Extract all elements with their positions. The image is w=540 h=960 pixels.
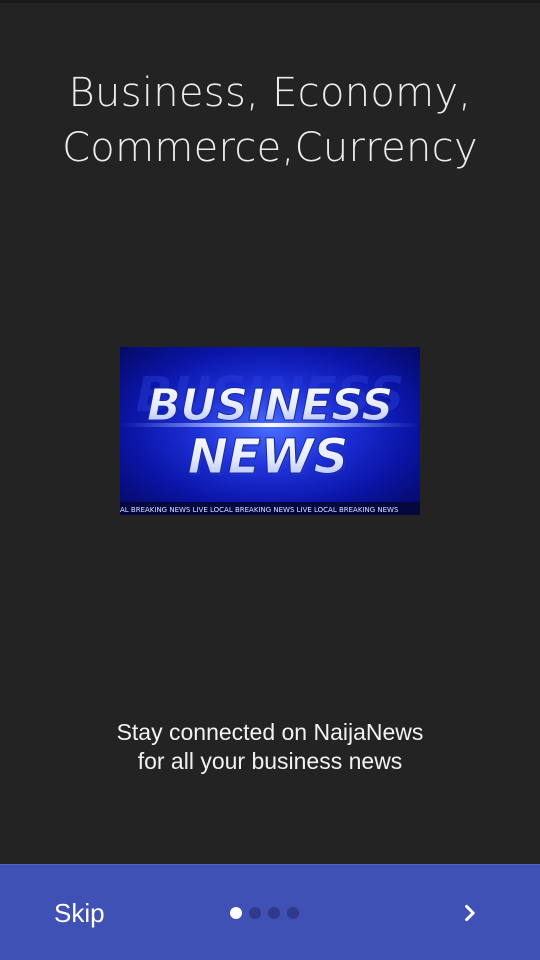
onboarding-message-line-1: Stay connected on NaijaNews bbox=[116, 719, 424, 745]
page-dot-4 bbox=[287, 907, 299, 919]
ticker-text: AL BREAKING NEWS LIVE LOCAL BREAKING NEW… bbox=[120, 506, 399, 514]
onboarding-message: Stay connected on NaijaNews for all your… bbox=[0, 718, 540, 776]
page-indicator bbox=[230, 906, 299, 920]
onboarding-message-line-2: for all your business news bbox=[137, 748, 403, 774]
page-title: Business, Economy, Commerce,Currency bbox=[0, 66, 540, 176]
page-title-line-2: Commerce,Currency bbox=[62, 125, 478, 171]
business-news-image: BUSINESS NEWS BUSINESS NEWS AL BREAKING … bbox=[120, 347, 420, 515]
page-dot-1 bbox=[230, 907, 242, 919]
chevron-right-icon bbox=[465, 904, 475, 922]
page-dot-3 bbox=[268, 907, 280, 919]
page-title-line-1: Business, Economy, bbox=[68, 70, 472, 116]
hero-headline-line-1: BUSINESS bbox=[147, 380, 393, 431]
onboarding-bottom-bar: Skip bbox=[0, 864, 540, 960]
page-dot-2 bbox=[249, 907, 261, 919]
business-news-graphic: BUSINESS NEWS BUSINESS NEWS AL BREAKING … bbox=[120, 367, 420, 515]
next-button[interactable] bbox=[446, 889, 494, 937]
skip-button[interactable]: Skip bbox=[40, 889, 119, 937]
hero-headline-line-2: NEWS bbox=[188, 429, 348, 485]
status-bar-edge bbox=[0, 0, 540, 3]
